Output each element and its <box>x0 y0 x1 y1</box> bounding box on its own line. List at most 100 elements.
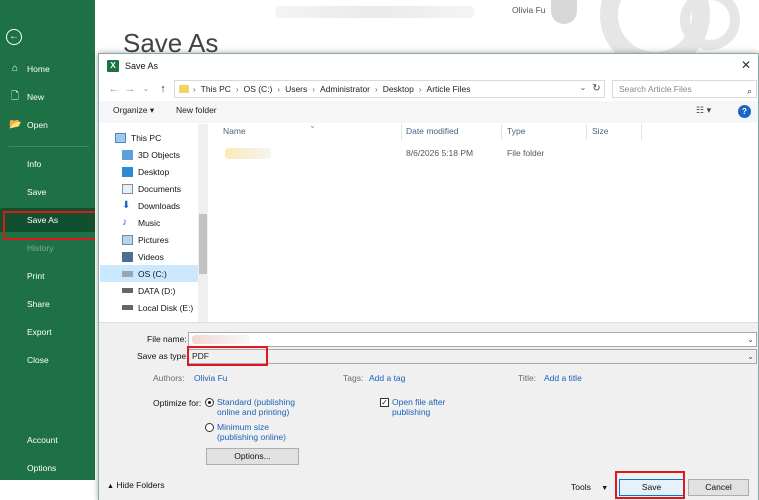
address-row: ← → ⌄ ↑ › This PC › OS (C:) › Users › Ad… <box>99 78 758 100</box>
nav-item-label: Downloads <box>138 200 181 211</box>
blurred-title-bar <box>275 6 475 18</box>
sidebar-item-options[interactable]: Options <box>0 456 95 480</box>
table-row[interactable]: 8/6/2026 5:18 PM File folder <box>221 145 601 162</box>
sidebar-item-home[interactable]: ⌂ Home <box>0 57 95 81</box>
save-type-label: Save as type: <box>137 351 189 361</box>
nav-item-label: OS (C:) <box>138 268 167 279</box>
save-form: File name: ⌄ Save as type: PDF ⌄ Authors… <box>99 322 758 500</box>
cancel-button[interactable]: Cancel <box>688 479 749 496</box>
nav-item-label: Local Disk (E:) <box>138 302 194 313</box>
blurred-file-name <box>225 148 271 159</box>
close-icon[interactable]: ✕ <box>738 57 754 73</box>
sidebar-item-share[interactable]: Share <box>0 292 95 316</box>
tools-label: Tools <box>571 482 591 492</box>
back-arrow-icon[interactable]: ← <box>6 29 22 45</box>
blurred-file-name <box>192 335 250 344</box>
sidebar-item-close[interactable]: Close <box>0 348 95 372</box>
optimize-minimum-label[interactable]: Minimum size (publishing online) <box>217 422 307 442</box>
breadcrumb-item[interactable]: Users <box>285 84 307 94</box>
breadcrumb-item[interactable]: Article Files <box>427 84 471 94</box>
save-highlight-box <box>615 471 685 499</box>
optimize-standard-label[interactable]: Standard (publishing online and printing… <box>217 397 307 417</box>
chevron-down-icon[interactable]: ⌄ <box>139 81 153 97</box>
address-bar[interactable]: › This PC › OS (C:) › Users › Administra… <box>174 80 605 98</box>
sidebar-item-open[interactable]: 📂 Open <box>0 113 95 137</box>
column-header-size[interactable]: Size <box>592 126 609 136</box>
refresh-icon[interactable]: ↻ <box>589 80 605 98</box>
pdf-highlight-box <box>187 346 268 366</box>
chevron-right-icon: › <box>193 84 196 94</box>
column-divider[interactable] <box>401 124 402 140</box>
music-icon: ♪ <box>122 216 127 228</box>
chevron-down-icon[interactable]: ⌄ <box>747 333 754 346</box>
sidebar-item-info[interactable]: Info <box>0 152 95 176</box>
open-after-label[interactable]: Open file after publishing <box>392 397 462 417</box>
back-icon[interactable]: ← <box>107 81 121 97</box>
nav-item-label: This PC <box>131 132 162 143</box>
column-header-date[interactable]: Date modified <box>406 126 458 136</box>
sidebar-item-new[interactable]: 🗋 New <box>0 85 95 109</box>
column-header-name[interactable]: Name <box>223 126 246 136</box>
breadcrumb-item[interactable]: Administrator <box>320 84 370 94</box>
options-button[interactable]: Options... <box>206 448 299 465</box>
pictures-icon <box>122 234 133 245</box>
dialog-titlebar[interactable]: X Save As ✕ <box>99 54 758 77</box>
sort-chevron-icon: ⌄ <box>309 120 317 130</box>
nav-item-label: 3D Objects <box>138 149 181 160</box>
organize-button[interactable]: Organize ▾ <box>113 105 154 116</box>
chevron-right-icon: › <box>312 84 315 94</box>
help-icon[interactable]: ? <box>738 105 751 118</box>
tags-label: Tags: <box>343 373 364 383</box>
title-label: Title: <box>518 373 537 383</box>
sidebar-item-save[interactable]: Save <box>0 180 95 204</box>
drive-icon <box>122 305 133 310</box>
column-divider[interactable] <box>501 124 502 140</box>
tools-button[interactable]: Tools ▼ <box>571 482 608 492</box>
navigation-pane: This PC 3D Objects Desktop Documents ⬇ D… <box>99 124 209 322</box>
optimize-standard-radio[interactable] <box>205 398 214 407</box>
optimize-minimum-radio[interactable] <box>205 423 214 432</box>
sidebar-item-export[interactable]: Export <box>0 320 95 344</box>
sidebar-item-label: History <box>27 243 54 253</box>
breadcrumb-item[interactable]: This PC <box>201 84 231 94</box>
save-as-dialog: X Save As ✕ ← → ⌄ ↑ › This PC › OS (C:) … <box>98 53 759 500</box>
sidebar-item-account[interactable]: Account <box>0 428 95 452</box>
drive-icon <box>122 270 133 277</box>
videos-icon <box>122 251 133 262</box>
tags-value[interactable]: Add a tag <box>369 373 405 383</box>
hide-folders-button[interactable]: ▲ Hide Folders <box>107 480 165 490</box>
breadcrumb-item[interactable]: Desktop <box>383 84 414 94</box>
breadcrumb-item[interactable]: OS (C:) <box>244 84 273 94</box>
sidebar-item-print[interactable]: Print <box>0 264 95 288</box>
authors-label: Authors: <box>153 373 185 383</box>
view-options-icon[interactable]: ☷ ▾ <box>696 105 711 116</box>
sidebar-item-label: Export <box>27 327 52 337</box>
sidebar-item-label: Print <box>27 271 45 281</box>
title-value[interactable]: Add a title <box>544 373 582 383</box>
column-header-type[interactable]: Type <box>507 126 525 136</box>
authors-value[interactable]: Olivia Fu <box>194 373 228 383</box>
open-after-checkbox[interactable]: ✓ <box>380 398 389 407</box>
forward-icon[interactable]: → <box>123 81 137 97</box>
nav-item-os-c[interactable]: OS (C:) <box>100 265 198 282</box>
new-folder-button[interactable]: New folder <box>176 105 217 115</box>
up-arrow-icon[interactable]: ↑ <box>156 81 170 97</box>
sidebar-item-label: Save <box>27 187 47 197</box>
file-list: Name ⌄ Date modified Type Size 8/6/2026 … <box>211 120 758 322</box>
3d-objects-icon <box>122 149 133 160</box>
column-divider[interactable] <box>641 124 642 140</box>
chevron-down-icon[interactable]: ⌄ <box>577 80 589 96</box>
user-name[interactable]: Olivia Fu <box>512 5 546 15</box>
optimize-label: Optimize for: <box>153 398 202 408</box>
nav-item-label: Documents <box>138 183 181 194</box>
save-type-select[interactable]: PDF ⌄ <box>188 349 757 364</box>
dialog-title: Save As <box>125 60 159 71</box>
file-name-field[interactable]: ⌄ <box>188 332 757 347</box>
search-input[interactable]: Search Article Files ⌕ <box>612 80 757 98</box>
search-placeholder: Search Article Files <box>619 84 692 94</box>
file-date: 8/6/2026 5:18 PM <box>406 148 474 158</box>
sidebar-item-label: Info <box>27 159 42 169</box>
sidebar-divider <box>9 146 89 147</box>
column-divider[interactable] <box>586 124 587 140</box>
nav-scrollbar-thumb[interactable] <box>199 214 207 274</box>
